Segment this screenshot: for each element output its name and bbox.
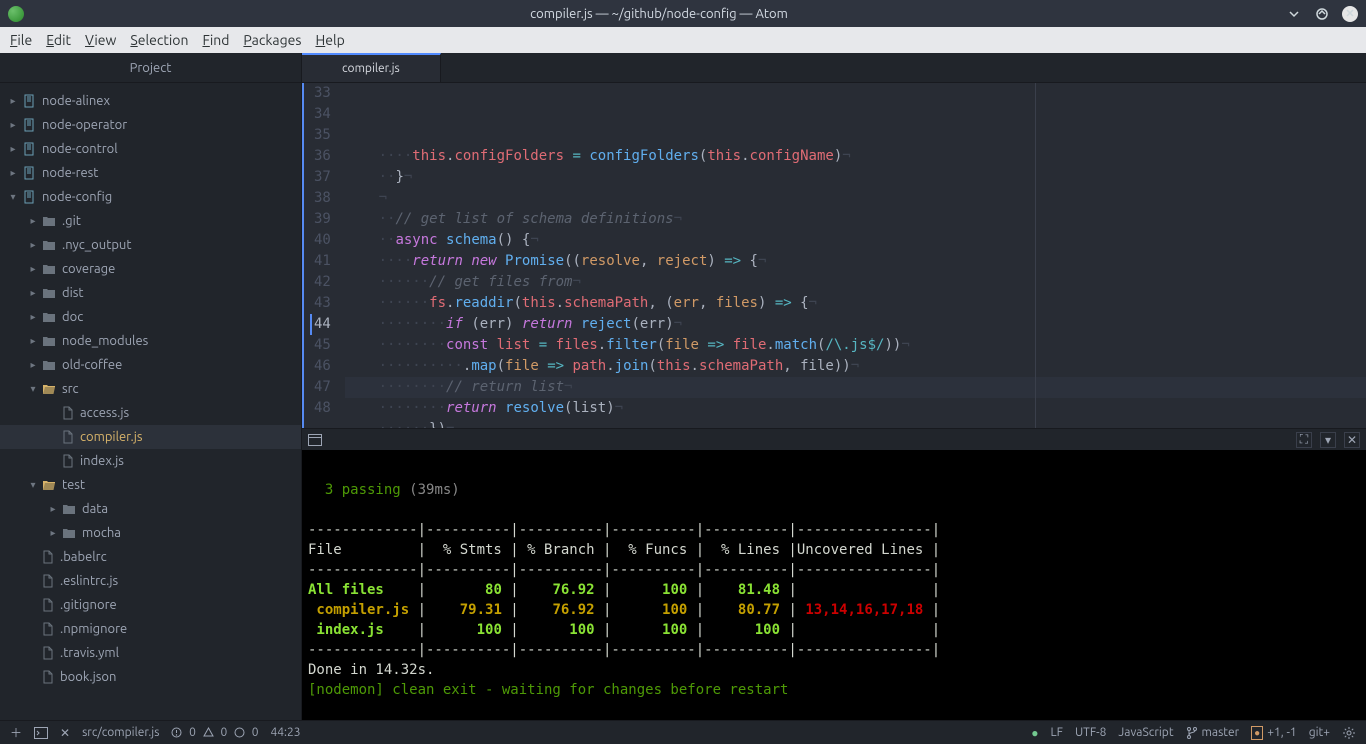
sidebar-title: Project: [0, 53, 301, 83]
status-git-plus[interactable]: git+: [1309, 726, 1330, 739]
tree-item-node-config[interactable]: ▾node-config: [0, 185, 301, 209]
menu-view[interactable]: View: [85, 32, 116, 48]
new-file-icon[interactable]: ＋: [10, 724, 22, 741]
folder-open-icon: [42, 479, 56, 491]
menu-packages[interactable]: Packages: [243, 32, 301, 48]
folder-icon: [42, 263, 56, 275]
tree-item-node-rest[interactable]: ▸node-rest: [0, 161, 301, 185]
minimize-icon[interactable]: [1286, 6, 1302, 22]
tree-item-old-coffee[interactable]: ▸old-coffee: [0, 353, 301, 377]
status-diagnostics[interactable]: 0 0 0: [171, 726, 258, 739]
tree-item--gitignore[interactable]: .gitignore: [0, 593, 301, 617]
maximize-icon[interactable]: [1314, 6, 1330, 22]
folder-icon: [62, 503, 76, 515]
repo-icon: [22, 166, 36, 180]
tree-item-doc[interactable]: ▸doc: [0, 305, 301, 329]
file-icon: [42, 670, 54, 684]
tree-item-node-modules[interactable]: ▸node_modules: [0, 329, 301, 353]
tree-item-dist[interactable]: ▸dist: [0, 281, 301, 305]
terminal-collapse-icon[interactable]: ▾: [1320, 432, 1336, 448]
status-file[interactable]: src/compiler.js: [82, 726, 159, 739]
menu-help[interactable]: Help: [315, 32, 344, 48]
tab-bar: compiler.js: [302, 53, 1366, 83]
file-icon: [62, 454, 74, 468]
gutter: 33343536373839404142434445464748: [304, 83, 345, 428]
status-git-dot: ●: [1031, 726, 1038, 740]
tree-item--babelrc[interactable]: .babelrc: [0, 545, 301, 569]
status-line-ending[interactable]: LF: [1051, 726, 1063, 739]
tree-item-access-js[interactable]: access.js: [0, 401, 301, 425]
terminal-fullscreen-icon[interactable]: ⛶: [1296, 432, 1312, 448]
file-tree[interactable]: ▸node-alinex▸node-operator▸node-control▸…: [0, 83, 301, 720]
file-icon: [42, 574, 54, 588]
menu-edit[interactable]: Edit: [46, 32, 71, 48]
tree-item-data[interactable]: ▸data: [0, 497, 301, 521]
folder-icon: [42, 359, 56, 371]
tree-item-test[interactable]: ▾test: [0, 473, 301, 497]
menu-find[interactable]: Find: [202, 32, 229, 48]
tree-item--nyc-output[interactable]: ▸.nyc_output: [0, 233, 301, 257]
tree-item--npmignore[interactable]: .npmignore: [0, 617, 301, 641]
file-icon: [62, 430, 74, 444]
menu-selection[interactable]: Selection: [130, 32, 188, 48]
tab-compiler[interactable]: compiler.js: [302, 53, 441, 82]
tree-item-index-js[interactable]: index.js: [0, 449, 301, 473]
folder-icon: [42, 287, 56, 299]
tree-item-compiler-js[interactable]: compiler.js: [0, 425, 301, 449]
folder-icon: [42, 311, 56, 323]
tree-item-mocha[interactable]: ▸mocha: [0, 521, 301, 545]
app-icon: [8, 6, 24, 22]
menubar: File Edit View Selection Find Packages H…: [0, 27, 1366, 53]
statusbar: ＋ ✕ src/compiler.js 0 0 0 44:23 ● LF UTF…: [0, 720, 1366, 744]
tree-item--travis-yml[interactable]: .travis.yml: [0, 641, 301, 665]
tree-item-src[interactable]: ▾src: [0, 377, 301, 401]
folder-open-icon: [42, 383, 56, 395]
window-titlebar: compiler.js — ~/github/node-config — Ato…: [0, 0, 1366, 27]
terminal-close-icon[interactable]: ✕: [1344, 432, 1360, 448]
file-icon: [42, 646, 54, 660]
tree-item-node-alinex[interactable]: ▸node-alinex: [0, 89, 301, 113]
tree-item-coverage[interactable]: ▸coverage: [0, 257, 301, 281]
file-icon: [42, 622, 54, 636]
repo-icon: [22, 94, 36, 108]
terminal[interactable]: 3 passing (39ms) -------------|---------…: [302, 450, 1366, 720]
sidebar: Project ▸node-alinex▸node-operator▸node-…: [0, 53, 302, 720]
repo-icon: [22, 142, 36, 156]
editor[interactable]: 33343536373839404142434445464748 ····thi…: [302, 83, 1366, 428]
settings-icon[interactable]: [1342, 726, 1356, 740]
tree-item-book-json[interactable]: book.json: [0, 665, 301, 689]
terminal-toolbar: ⛶ ▾ ✕: [302, 428, 1366, 450]
terminal-status-icon[interactable]: [34, 727, 48, 739]
tree-item-node-operator[interactable]: ▸node-operator: [0, 113, 301, 137]
close-term-icon[interactable]: ✕: [60, 726, 70, 740]
file-icon: [62, 406, 74, 420]
tree-item--eslintrc-js[interactable]: .eslintrc.js: [0, 569, 301, 593]
folder-icon: [62, 527, 76, 539]
status-branch[interactable]: master: [1186, 726, 1240, 740]
file-icon: [42, 598, 54, 612]
wrap-guide: [1035, 83, 1036, 428]
menu-file[interactable]: File: [10, 32, 32, 48]
terminal-toggle-icon[interactable]: [308, 434, 322, 446]
repo-icon: [22, 190, 36, 204]
repo-icon: [22, 118, 36, 132]
folder-icon: [42, 239, 56, 251]
file-icon: [42, 550, 54, 564]
tree-item--git[interactable]: ▸.git: [0, 209, 301, 233]
folder-icon: [42, 215, 56, 227]
status-git-diff[interactable]: ●+1, -1: [1251, 726, 1297, 740]
tree-item-node-control[interactable]: ▸node-control: [0, 137, 301, 161]
status-language[interactable]: JavaScript: [1118, 726, 1173, 739]
status-position[interactable]: 44:23: [271, 726, 301, 739]
status-encoding[interactable]: UTF-8: [1075, 726, 1106, 739]
window-title: compiler.js — ~/github/node-config — Ato…: [32, 7, 1286, 21]
code-area[interactable]: ····this.configFolders = configFolders(t…: [345, 83, 1366, 428]
tab-label: compiler.js: [342, 62, 400, 75]
close-icon[interactable]: ✕: [1342, 6, 1358, 22]
folder-icon: [42, 335, 56, 347]
